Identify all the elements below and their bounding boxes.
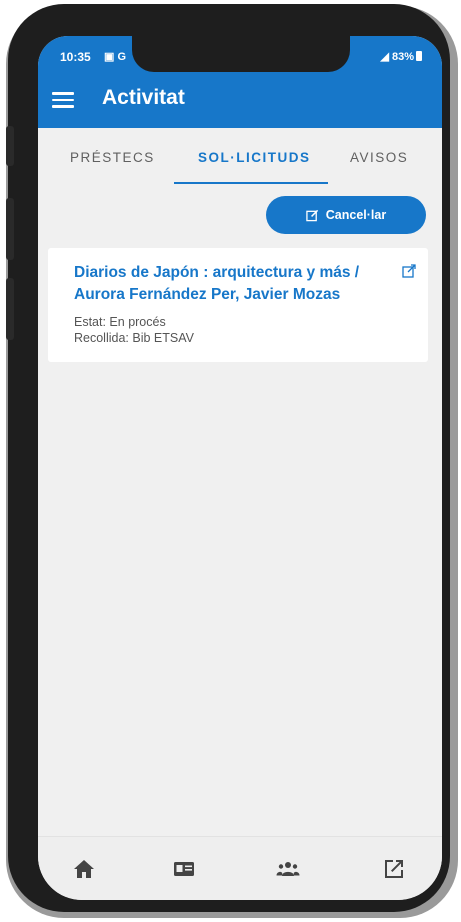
status-notification-icons: ▣ G — [104, 51, 127, 63]
request-title[interactable]: Diarios de Japón : arquitectura y más / … — [74, 262, 374, 306]
hamburger-menu-icon[interactable] — [52, 88, 74, 112]
request-card[interactable]: Diarios de Japón : arquitectura y más / … — [48, 248, 428, 362]
app-screen: 10:35 ▣ G ◢ 83% Activitat PRÉSTECS SOL·L… — [38, 36, 442, 900]
status-right: ◢ 83% — [380, 50, 422, 63]
tab-avisos[interactable]: AVISOS — [350, 150, 408, 165]
request-pickup: Recollida: Bib ETSAV — [74, 331, 194, 345]
tab-bar: PRÉSTECS SOL·LICITUDS AVISOS — [38, 128, 442, 192]
tab-sollicituds[interactable]: SOL·LICITUDS — [198, 150, 311, 165]
phone-side-button — [6, 126, 14, 166]
phone-side-button — [6, 278, 14, 340]
page-title: Activitat — [102, 86, 185, 109]
cancel-button-label: Cancel·lar — [325, 208, 387, 222]
active-tab-indicator — [174, 182, 328, 184]
tab-prestecs[interactable]: PRÉSTECS — [70, 150, 155, 165]
request-details: Estat: En procés Recollida: Bib ETSAV — [74, 314, 194, 346]
edit-icon — [306, 209, 318, 221]
home-icon[interactable] — [72, 857, 96, 881]
id-card-icon[interactable] — [172, 857, 196, 881]
status-bar: 10:35 ▣ G ◢ 83% — [38, 36, 442, 72]
people-group-icon[interactable] — [276, 857, 300, 881]
app-bar: Activitat — [38, 72, 442, 128]
cancel-button[interactable]: Cancel·lar — [266, 196, 426, 234]
request-status: Estat: En procés — [74, 315, 166, 329]
phone-side-button — [6, 198, 14, 260]
camera-notch — [132, 36, 350, 72]
battery-percent: 83% — [391, 51, 414, 63]
external-link-icon[interactable] — [402, 264, 416, 278]
external-link-icon[interactable] — [382, 857, 406, 881]
battery-icon — [416, 51, 422, 61]
bottom-navigation — [38, 836, 442, 900]
status-time: 10:35 — [60, 50, 91, 64]
signal-icon: ◢ — [380, 51, 389, 63]
